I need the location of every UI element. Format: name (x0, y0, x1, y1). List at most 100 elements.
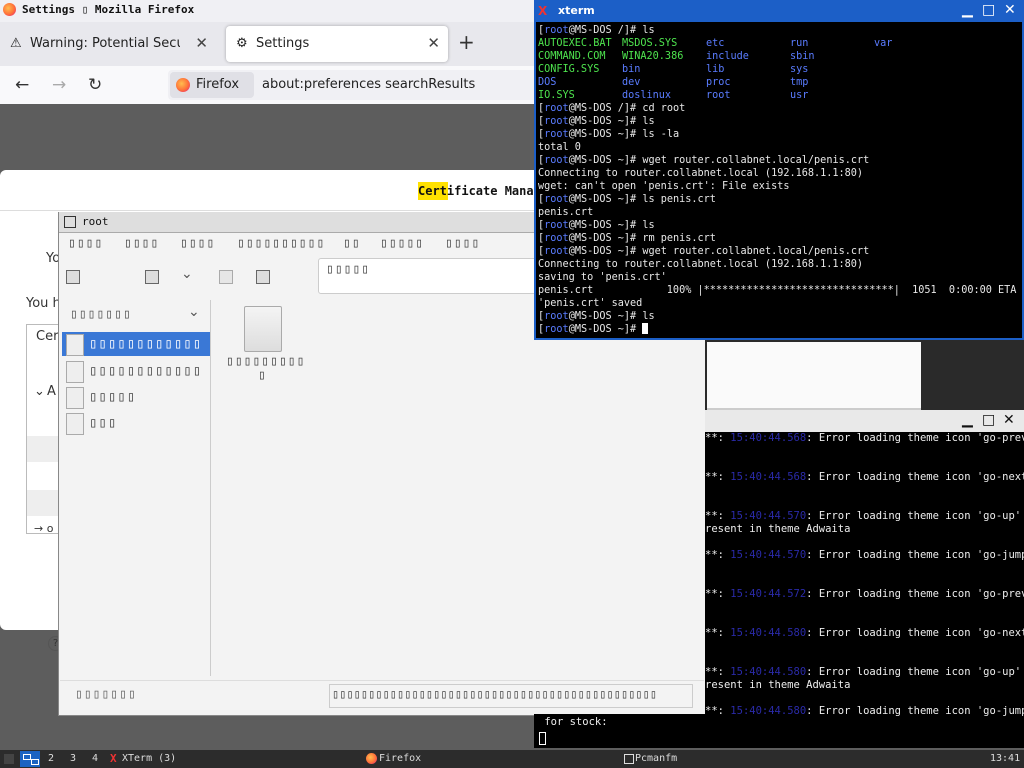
forward-arrow-icon[interactable]: → (52, 75, 66, 95)
menu-icon[interactable] (4, 754, 14, 764)
home-icon[interactable] (256, 270, 270, 284)
workspace-3[interactable]: 3 (70, 753, 76, 764)
back-icon[interactable] (145, 270, 159, 284)
status-right: ▯▯▯▯▯▯▯▯▯▯▯▯▯▯▯▯▯▯▯▯▯▯▯▯▯▯▯▯▯▯▯▯▯▯▯▯▯▯▯▯… (332, 687, 658, 701)
expander-icon[interactable]: ⌄ (34, 384, 45, 399)
prompt-user: root (544, 220, 569, 231)
log-message: Error loading theme icon 'go-previ (818, 588, 1024, 600)
log-message: Error loading theme icon 'go-next' (818, 627, 1024, 639)
up-icon[interactable] (219, 270, 233, 284)
prompt-user: root (544, 233, 569, 244)
tab-settings[interactable]: ⚙ Settings ✕ (226, 26, 448, 62)
terminal-line: 'penis.crt' saved (538, 298, 643, 309)
ls-row: AUTOEXEC.BAT MSDOS.SYS etc run var (538, 37, 1020, 50)
firefox-logo-icon (3, 3, 16, 16)
ls-entry: sbin (790, 51, 815, 62)
side-item-label[interactable]: ▯▯▯▯▯▯▯▯▯▯▯▯ (89, 336, 202, 352)
ls-entry: bin (622, 64, 641, 75)
close-icon[interactable]: ✕ (1004, 2, 1016, 18)
workspace-2[interactable]: 2 (48, 753, 54, 764)
close-tab-icon[interactable]: ✕ (427, 34, 440, 52)
file-label[interactable]: ▯ (258, 368, 267, 383)
log-message: Error loading theme icon 'go-up' f (818, 510, 1024, 522)
xterm2-titlebar[interactable] (705, 410, 1024, 432)
prompt-host: @MS-DOS (568, 25, 612, 36)
chevron-down-icon[interactable]: ⌄ (188, 304, 200, 320)
menu-view[interactable]: ▯▯▯▯ (180, 236, 215, 251)
prompt-host: @MS-DOS (568, 103, 612, 114)
menu-bookmarks[interactable]: ▯▯▯▯▯▯▯▯▯▯ (237, 236, 325, 251)
terminal-output[interactable]: [root@MS-DOS /]# ls AUTOEXEC.BAT MSDOS.SYS… (538, 24, 1020, 336)
prompt-user: root (544, 103, 569, 114)
side-item-label[interactable]: ▯▯▯ (89, 415, 117, 431)
maximize-icon[interactable]: □ (982, 2, 995, 18)
menu-go[interactable]: ▯▯ (343, 236, 361, 251)
workspace-4[interactable]: 4 (92, 753, 98, 764)
command: wget router.collabnet.local/penis.crt (642, 246, 870, 257)
side-item-label[interactable]: ▯▯▯▯▯▯▯▯▯▯▯▯ (89, 363, 202, 379)
prompt-host: @MS-DOS (568, 129, 612, 140)
terminal-line: [root@MS-DOS ~]# (538, 323, 1020, 336)
ls-entry: AUTOEXEC.BAT (538, 38, 612, 49)
chevron-down-icon[interactable]: ⌄ (181, 266, 193, 282)
command: ls -la (642, 129, 680, 140)
workspace-1[interactable] (20, 751, 40, 767)
close-tab-icon[interactable]: ✕ (195, 34, 208, 52)
terminal-line: **: 15:40:44.568: Error loading theme ic… (705, 471, 1024, 484)
terminal-output-2[interactable]: **: 15:40:44.568: Error loading theme ic… (705, 432, 1024, 718)
identity-badge[interactable]: Firefox (170, 72, 254, 98)
menu-help[interactable]: ▯▯▯▯ (445, 236, 480, 251)
log-timestamp: 15:40:44.570 (730, 549, 807, 561)
side-item-label[interactable]: ▯▯▯▯▯ (89, 389, 136, 405)
workspace-window-icon (31, 759, 39, 765)
maximize-icon[interactable]: □ (982, 412, 995, 428)
log-message: Error loading theme icon 'go-next' (818, 471, 1024, 483)
close-icon[interactable]: ✕ (1003, 412, 1015, 428)
terminal-line: [root@MS-DOS ~]# ls (538, 220, 655, 231)
task-xterm[interactable]: XTerm (3) (122, 753, 176, 764)
command: ls penis.crt (642, 194, 716, 205)
folder-icon (66, 387, 84, 409)
tab-warning[interactable]: ⚠ Warning: Potential Security Risk ✕ (0, 26, 216, 62)
ls-entry: etc (706, 38, 725, 49)
menu-tools[interactable]: ▯▯▯▯▯ (380, 236, 424, 251)
log-message: Error loading theme icon 'go-jump' (818, 705, 1024, 717)
ls-entry: tmp (790, 77, 809, 88)
task-firefox[interactable]: Firefox (379, 753, 421, 764)
window-title: Settings ▯ Mozilla Firefox (22, 3, 195, 16)
new-tab-button[interactable]: + (458, 30, 475, 54)
log-timestamp: 15:40:44.572 (730, 588, 807, 600)
task-pcmanfm[interactable]: Pcmanfm (635, 753, 677, 764)
terminal-output-3[interactable]: for stock: (538, 716, 608, 745)
minimize-icon[interactable]: ▁ (962, 412, 973, 428)
back-arrow-icon[interactable]: ← (15, 75, 29, 95)
terminal-line: penis.crt (538, 207, 594, 218)
minimize-icon[interactable]: ▁ (962, 2, 973, 18)
menu-file[interactable]: ▯▯▯▯ (68, 236, 103, 251)
side-pane-mode[interactable]: ▯▯▯▯▯▯▯ (70, 307, 132, 322)
url-bar[interactable]: Firefox about:preferences searchResults (168, 70, 538, 100)
log-prefix: **: (705, 588, 731, 600)
file-icon[interactable] (244, 306, 282, 352)
menu-edit[interactable]: ▯▯▯▯ (124, 236, 159, 251)
log-prefix: **: (705, 510, 731, 522)
terminal-line: **: 15:40:44.568: Error loading theme ic… (705, 432, 1024, 445)
terminal-line: [root@MS-DOS /]# cd root (538, 103, 686, 114)
terminal-line: [root@MS-DOS /]# ls (538, 25, 655, 36)
folder-icon (66, 361, 84, 383)
new-tab-icon[interactable] (66, 270, 80, 284)
reload-icon[interactable]: ↻ (88, 75, 102, 95)
xterm-titlebar[interactable] (534, 0, 1024, 22)
background-window-content (707, 342, 921, 410)
prompt-host: @MS-DOS (568, 194, 612, 205)
ls-entry: COMMAND.COM (538, 51, 606, 62)
side-pane (60, 300, 211, 676)
file-label[interactable]: ▯▯▯▯▯▯▯▯▯ (226, 354, 305, 369)
command: ls (642, 220, 655, 231)
window-menu-icon[interactable] (64, 216, 76, 228)
certificate-list-header[interactable]: Cer (36, 329, 58, 344)
